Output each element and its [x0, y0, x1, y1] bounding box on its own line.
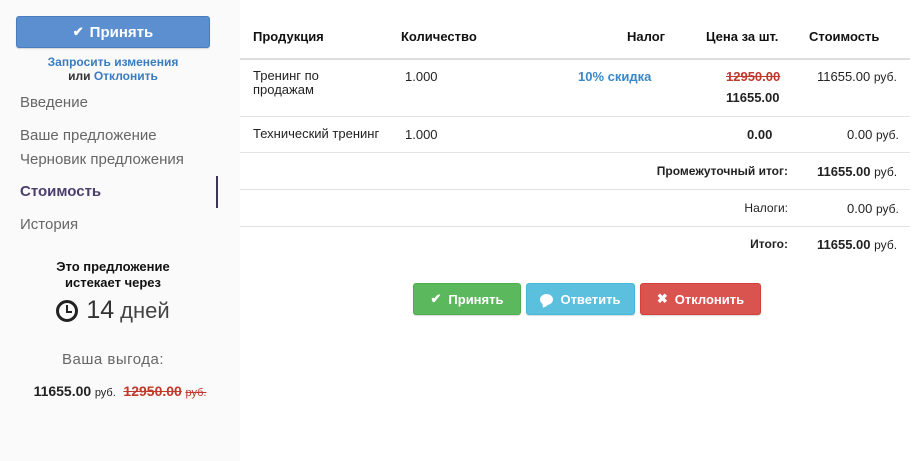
- taxes-label: Налоги:: [744, 201, 788, 215]
- total-value: 11655.00: [817, 237, 871, 252]
- total-amount: 11655.00 руб.: [817, 237, 897, 252]
- row1-price-old: 12950.00: [726, 69, 781, 84]
- days-word: дней: [120, 297, 170, 323]
- sidebar-links: Запросить изменения или Отклонить: [16, 55, 210, 83]
- nav-item-intro[interactable]: Введение: [20, 94, 88, 111]
- header-divider: [240, 58, 910, 60]
- decline-button-label: Отклонить: [674, 291, 745, 307]
- header-cost: Стоимость: [809, 29, 880, 44]
- row1-tax-discount: 10% скидка: [578, 69, 652, 84]
- close-icon: ✖: [656, 291, 668, 306]
- header-product: Продукция: [253, 29, 324, 44]
- benefit-label: Ваша выгода:: [61, 351, 165, 368]
- header-unit-price: Цена за шт.: [706, 29, 779, 44]
- row-divider: [240, 226, 910, 227]
- total-label: Итого:: [750, 237, 788, 251]
- days-number: 14: [86, 296, 115, 324]
- row1-cost: 11655.00 руб.: [817, 69, 897, 84]
- expires-line1: Это предложение: [56, 259, 170, 274]
- request-changes-link[interactable]: Запросить изменения: [16, 55, 210, 69]
- check-icon: ✔: [72, 24, 84, 39]
- taxes-amount: 0.00 руб.: [847, 201, 899, 216]
- row2-product: Технический тренинг: [253, 126, 380, 141]
- taxes-currency: руб.: [875, 202, 899, 216]
- header-tax: Налог: [627, 29, 666, 44]
- accept-button-top[interactable]: ✔ Принять: [16, 16, 210, 48]
- row1-product-line1: Тренинг по: [253, 68, 319, 83]
- row-divider: [240, 152, 910, 153]
- subtotal-amount: 11655.00 руб.: [817, 164, 897, 179]
- subtotal-currency: руб.: [874, 165, 898, 179]
- row1-cost-value: 11655.00: [817, 69, 871, 84]
- benefit-values: 11655.00 руб. 12950.00 руб.: [0, 383, 240, 399]
- row1-cost-currency: руб.: [873, 70, 897, 84]
- subtotal-value: 11655.00: [817, 164, 871, 179]
- days-remaining: 14 дней: [16, 296, 210, 325]
- pricing-panel: Продукция Количество Налог Цена за шт. С…: [240, 0, 918, 461]
- taxes-value: 0.00: [847, 201, 873, 216]
- clock-icon: [56, 299, 79, 322]
- nav-active-indicator: [216, 176, 218, 208]
- sidebar: ✔ Принять Запросить изменения или Отклон…: [0, 0, 240, 461]
- row2-price: 0.00: [747, 127, 773, 142]
- accept-button-label: Принять: [89, 23, 154, 41]
- nav-item-cost[interactable]: Стоимость: [20, 183, 101, 200]
- total-currency: руб.: [874, 238, 898, 252]
- decline-button[interactable]: ✖ Отклонить: [640, 283, 761, 315]
- row2-cost-currency: руб.: [875, 128, 899, 142]
- row1-quantity: 1.000: [405, 69, 438, 84]
- row1-product-line2: продажам: [253, 82, 314, 97]
- subtotal-label: Промежуточный итог:: [656, 164, 788, 178]
- benefit-old-currency: руб.: [185, 387, 207, 399]
- nav-item-your-offer[interactable]: Ваше предложение: [20, 127, 157, 144]
- expires-line2: истекает через: [64, 275, 161, 290]
- accept-button-label: Принять: [448, 291, 504, 307]
- header-quantity: Количество: [401, 29, 477, 44]
- row2-quantity: 1.000: [405, 127, 438, 142]
- row1-product: Тренинг по продажам: [253, 69, 319, 97]
- row1-price-new: 11655.00: [726, 90, 780, 105]
- row2-cost-value: 0.00: [847, 127, 873, 142]
- nav-item-history[interactable]: История: [20, 216, 78, 233]
- comment-icon: [540, 293, 554, 305]
- reply-button[interactable]: Ответить: [526, 283, 635, 315]
- expires-text: Это предложение истекает через: [16, 259, 210, 291]
- check-icon: ✔: [430, 291, 442, 306]
- benefit-new-price: 11655.00: [33, 383, 92, 399]
- reply-button-label: Ответить: [560, 291, 621, 307]
- accept-button[interactable]: ✔ Принять: [413, 283, 521, 315]
- or-text: или: [68, 69, 91, 83]
- benefit-new-currency: руб.: [94, 387, 116, 399]
- row-divider: [240, 189, 910, 190]
- decline-link[interactable]: Отклонить: [94, 69, 158, 83]
- nav-item-draft-offer[interactable]: Черновик предложения: [20, 151, 184, 168]
- row-divider: [240, 116, 910, 117]
- row2-cost: 0.00 руб.: [847, 127, 899, 142]
- benefit-old-price: 12950.00: [123, 383, 182, 399]
